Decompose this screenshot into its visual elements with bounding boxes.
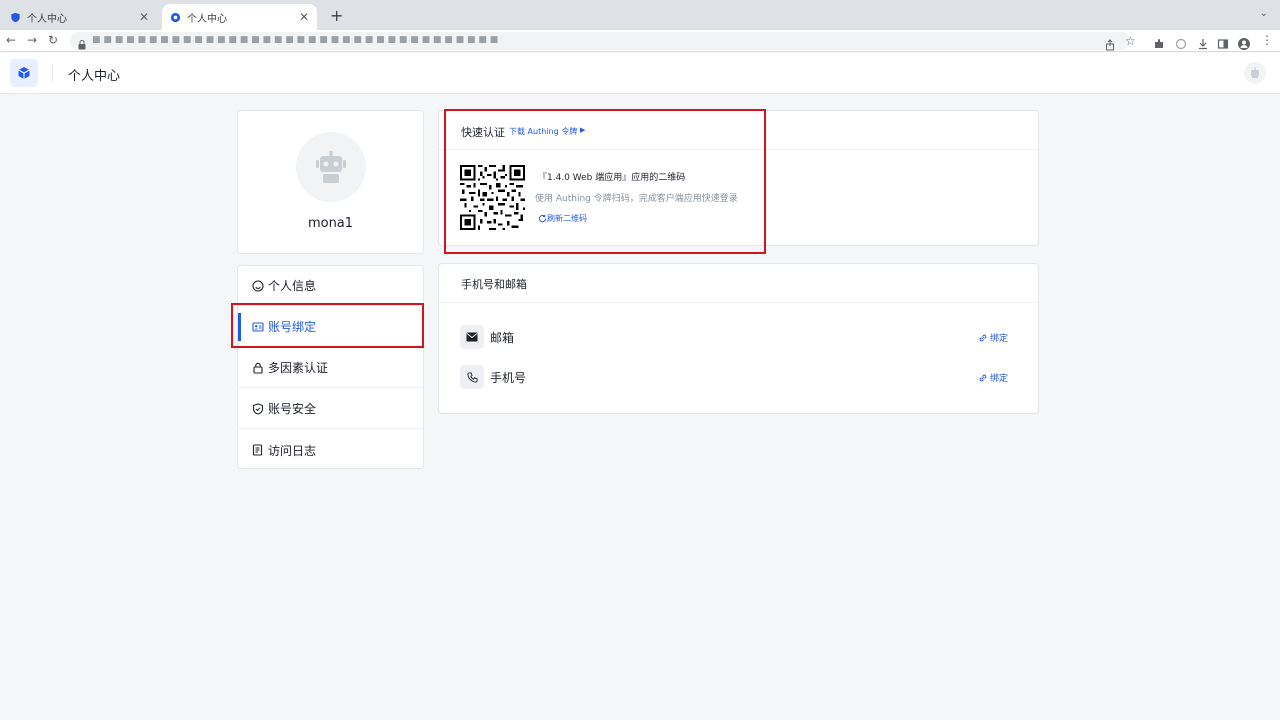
browser-tab-title: 个人中心 bbox=[187, 13, 227, 25]
bind-label: 绑定 bbox=[989, 374, 1008, 384]
menu-item-mfa[interactable]: 多因素认证 bbox=[238, 348, 423, 388]
log-icon bbox=[252, 444, 264, 456]
username: mona1 bbox=[307, 216, 354, 231]
url-text: ■ ■ ■ ■ ■ ■ ■ ■ ■ ■ ■ ■ ■ ■ ■ ■ ■ ■ ■ ■ … bbox=[92, 35, 499, 45]
user-avatar[interactable] bbox=[1244, 62, 1266, 84]
bookmark-star-icon[interactable]: ☆ bbox=[1125, 34, 1137, 48]
link-icon bbox=[979, 334, 987, 341]
phone-icon bbox=[460, 365, 484, 389]
email-row: 邮箱 绑定 bbox=[460, 325, 1020, 349]
phone-email-header: 手机号和邮箱 bbox=[439, 264, 1038, 303]
mail-icon bbox=[460, 325, 484, 349]
highlight-box-menu bbox=[231, 303, 424, 348]
menu-item-label: 访问日志 bbox=[268, 443, 317, 458]
browser-toolbar: ← → ↻ ■ ■ ■ ■ ■ ■ ■ ■ ■ ■ ■ ■ ■ ■ ■ ■ ■ … bbox=[0, 30, 1280, 52]
back-arrow-icon[interactable]: ← bbox=[4, 33, 18, 47]
phone-email-title: 手机号和邮箱 bbox=[461, 278, 527, 291]
close-tab-icon[interactable]: ✕ bbox=[139, 10, 149, 24]
link-icon bbox=[979, 374, 987, 381]
phone-email-card: 手机号和邮箱 邮箱 绑定 手机号 绑定 bbox=[438, 263, 1039, 414]
profile-avatar-icon[interactable] bbox=[1238, 35, 1250, 50]
share-icon[interactable] bbox=[1104, 36, 1116, 51]
profile-card: mona1 bbox=[237, 110, 424, 254]
address-bar[interactable]: ■ ■ ■ ■ ■ ■ ■ ■ ■ ■ ■ ■ ■ ■ ■ ■ ■ ■ ■ ■ … bbox=[70, 32, 1136, 51]
bind-phone-button[interactable]: 绑定 bbox=[978, 371, 1008, 384]
sync-extension-icon[interactable] bbox=[1175, 35, 1187, 50]
robot-avatar-icon bbox=[316, 151, 346, 183]
phone-row: 手机号 绑定 bbox=[460, 365, 1020, 389]
email-label: 邮箱 bbox=[490, 331, 515, 345]
menu-item-label: 多因素认证 bbox=[268, 361, 329, 375]
bind-label: 绑定 bbox=[989, 334, 1008, 344]
page-title: 个人中心 bbox=[68, 69, 121, 84]
browser-tab-title: 个人中心 bbox=[27, 13, 67, 25]
app-header: 个人中心 bbox=[0, 53, 1280, 94]
forward-arrow-icon[interactable]: → bbox=[25, 33, 39, 47]
extensions-icon[interactable] bbox=[1153, 35, 1165, 48]
header-divider bbox=[52, 64, 53, 82]
avatar bbox=[296, 132, 366, 202]
side-panel-icon[interactable] bbox=[1217, 35, 1229, 49]
new-tab-button[interactable]: + bbox=[330, 6, 343, 25]
side-menu: 个人信息 账号绑定 多因素认证 账号安全 访问日志 bbox=[237, 265, 424, 469]
lock-icon bbox=[78, 35, 86, 50]
highlight-box-quick-auth bbox=[444, 109, 766, 254]
smile-icon bbox=[252, 279, 264, 292]
shield-icon bbox=[252, 402, 264, 415]
menu-item-label: 账号安全 bbox=[268, 402, 317, 416]
browser-tab-1[interactable]: 个人中心 ✕ bbox=[2, 4, 157, 30]
lock-icon bbox=[252, 362, 264, 374]
shield-favicon-icon bbox=[10, 12, 21, 23]
browser-menu-icon[interactable]: ⋮ bbox=[1261, 33, 1273, 47]
close-tab-icon[interactable]: ✕ bbox=[299, 10, 309, 24]
reload-icon[interactable]: ↻ bbox=[46, 33, 60, 47]
menu-item-label: 个人信息 bbox=[268, 279, 317, 293]
browser-tab-2[interactable]: 个人中心 ✕ bbox=[162, 4, 317, 30]
app-logo-icon[interactable] bbox=[10, 59, 38, 87]
chevron-down-icon[interactable]: ⌄ bbox=[1260, 8, 1268, 19]
menu-item-personal-info[interactable]: 个人信息 bbox=[238, 266, 423, 306]
app-favicon-icon bbox=[170, 12, 181, 23]
menu-item-account-security[interactable]: 账号安全 bbox=[238, 389, 423, 429]
bind-email-button[interactable]: 绑定 bbox=[978, 331, 1008, 344]
browser-tab-bar: 个人中心 ✕ 个人中心 ✕ + ⌄ bbox=[0, 0, 1280, 30]
phone-label: 手机号 bbox=[490, 371, 527, 385]
download-icon[interactable] bbox=[1197, 35, 1209, 50]
menu-item-access-log[interactable]: 访问日志 bbox=[238, 430, 423, 470]
